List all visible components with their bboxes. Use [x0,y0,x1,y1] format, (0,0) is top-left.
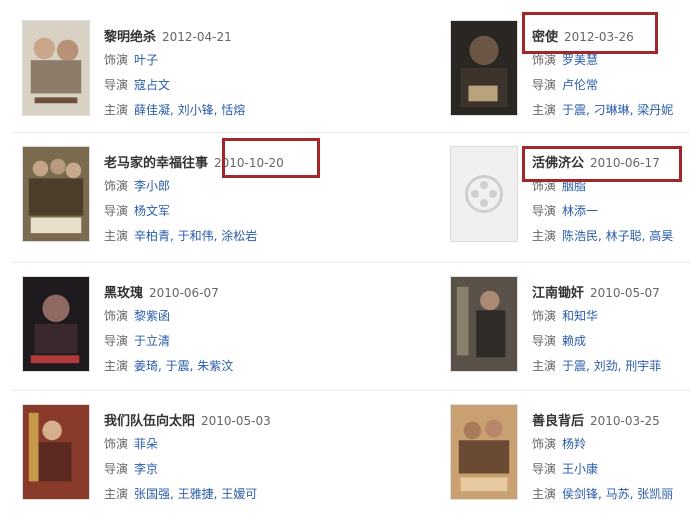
poster-image [23,147,89,241]
director-value[interactable]: 林添一 [562,204,598,218]
film-reel-icon [465,175,503,213]
cast-value[interactable]: 侯剑锋, 马苏, 张凯丽 [562,487,673,501]
actor-value[interactable]: 黎紫函 [134,309,170,323]
cast-value[interactable]: 张国强, 王雅捷, 王嫒可 [134,487,257,501]
movie-title[interactable]: 我们队伍向太阳 [104,414,195,429]
movie-poster[interactable] [450,276,518,372]
director-label: 导演 [532,334,557,348]
actor-label: 饰演 [532,179,557,193]
cast-label: 主演 [532,487,557,501]
poster-image [451,405,517,499]
poster-image [451,21,517,115]
director-value[interactable]: 寇占文 [134,78,170,92]
release-date: 2010-10-20 [214,156,284,170]
cast-value[interactable]: 陈浩民, 林子聪, 高昊 [562,229,673,243]
actor-label: 饰演 [104,309,129,323]
movie-poster[interactable] [22,404,90,500]
poster-image [23,277,89,371]
cast-label: 主演 [532,229,557,243]
movie-title[interactable]: 密使 [532,30,558,45]
movie-poster[interactable] [22,276,90,372]
director-value[interactable]: 王小康 [562,462,598,476]
movie-title[interactable]: 黑玫瑰 [104,286,143,301]
director-label: 导演 [104,462,129,476]
director-label: 导演 [104,78,129,92]
actor-label: 饰演 [532,309,557,323]
director-value[interactable]: 卢伦常 [562,78,598,92]
cast-label: 主演 [104,103,129,117]
cast-value[interactable]: 辛柏青, 于和伟, 涂松岩 [134,229,257,243]
movie-entry-6: 江南锄奸 2010-05-07 饰演 和知华 导演 赖成 主演 于震, 刘劲, 刑宇菲 [450,276,700,386]
director-value[interactable]: 李京 [134,462,158,476]
actor-value[interactable]: 杨羚 [562,437,586,451]
actor-value[interactable]: 叶子 [134,53,158,67]
movie-entry-1: 黎明绝杀 2012-04-21 饰演 叶子 导演 寇占文 主演 薛佳凝, 刘小锋, 恬熔 [22,20,352,130]
movie-entry-2: 密使 2012-03-26 饰演 罗美慧 导演 卢伦常 主演 于震, 刁琳琳, 梁丹妮 [450,20,700,130]
movie-entry-3: 老马家的幸福往事 2010-10-20 饰演 李小郎 导演 杨文军 主演 辛柏青, 于和… [22,146,352,256]
cast-value[interactable]: 于震, 刁琳琳, 梁丹妮 [562,103,673,117]
actor-value[interactable]: 罗美慧 [562,53,598,67]
cast-label: 主演 [104,229,129,243]
actor-label: 饰演 [532,53,557,67]
movie-title[interactable]: 活佛济公 [532,156,584,171]
movie-poster[interactable] [450,404,518,500]
director-label: 导演 [104,204,129,218]
actor-value[interactable]: 李小郎 [134,179,170,193]
movie-entry-5: 黑玫瑰 2010-06-07 饰演 黎紫函 导演 于立清 主演 姜琦, 于震, 朱紫汶 [22,276,352,386]
movie-poster[interactable] [22,146,90,242]
actor-value[interactable]: 菲朵 [134,437,158,451]
row-divider [12,390,690,391]
movie-title[interactable]: 江南锄奸 [532,286,584,301]
movie-entry-8: 善良背后 2010-03-25 饰演 杨羚 导演 王小康 主演 侯剑锋, 马苏, 张凯丽 [450,404,700,514]
director-label: 导演 [532,462,557,476]
actor-label: 饰演 [104,179,129,193]
actor-value[interactable]: 和知华 [562,309,598,323]
movie-title[interactable]: 黎明绝杀 [104,30,156,45]
cast-label: 主演 [532,103,557,117]
row-divider [12,132,690,133]
release-date: 2010-05-07 [590,286,660,300]
cast-label: 主演 [104,359,129,373]
release-date: 2010-05-03 [201,414,271,428]
director-label: 导演 [104,334,129,348]
movie-entry-7: 我们队伍向太阳 2010-05-03 饰演 菲朵 导演 李京 主演 张国强, 王雅捷, … [22,404,352,514]
row-divider [12,262,690,263]
poster-image [23,405,89,499]
movie-title[interactable]: 善良背后 [532,414,584,429]
director-value[interactable]: 杨文军 [134,204,170,218]
cast-value[interactable]: 于震, 刘劲, 刑宇菲 [562,359,661,373]
actor-label: 饰演 [104,53,129,67]
release-date: 2010-06-17 [590,156,660,170]
release-date: 2012-03-26 [564,30,634,44]
director-value[interactable]: 于立清 [134,334,170,348]
release-date: 2012-04-21 [162,30,232,44]
movie-poster[interactable] [22,20,90,116]
cast-value[interactable]: 薛佳凝, 刘小锋, 恬熔 [134,103,245,117]
poster-image [23,21,89,115]
director-value[interactable]: 赖成 [562,334,586,348]
movie-entry-4: 活佛济公 2010-06-17 饰演 胭脂 导演 林添一 主演 陈浩民, 林子聪, 高昊 [450,146,700,256]
actor-value[interactable]: 胭脂 [562,179,586,193]
actor-label: 饰演 [532,437,557,451]
cast-value[interactable]: 姜琦, 于震, 朱紫汶 [134,359,233,373]
director-label: 导演 [532,204,557,218]
director-label: 导演 [532,78,557,92]
movie-poster[interactable] [450,20,518,116]
movie-title[interactable]: 老马家的幸福往事 [104,156,208,171]
movie-poster-placeholder[interactable] [450,146,518,242]
release-date: 2010-06-07 [149,286,219,300]
actor-label: 饰演 [104,437,129,451]
poster-image [451,277,517,371]
cast-label: 主演 [532,359,557,373]
cast-label: 主演 [104,487,129,501]
release-date: 2010-03-25 [590,414,660,428]
